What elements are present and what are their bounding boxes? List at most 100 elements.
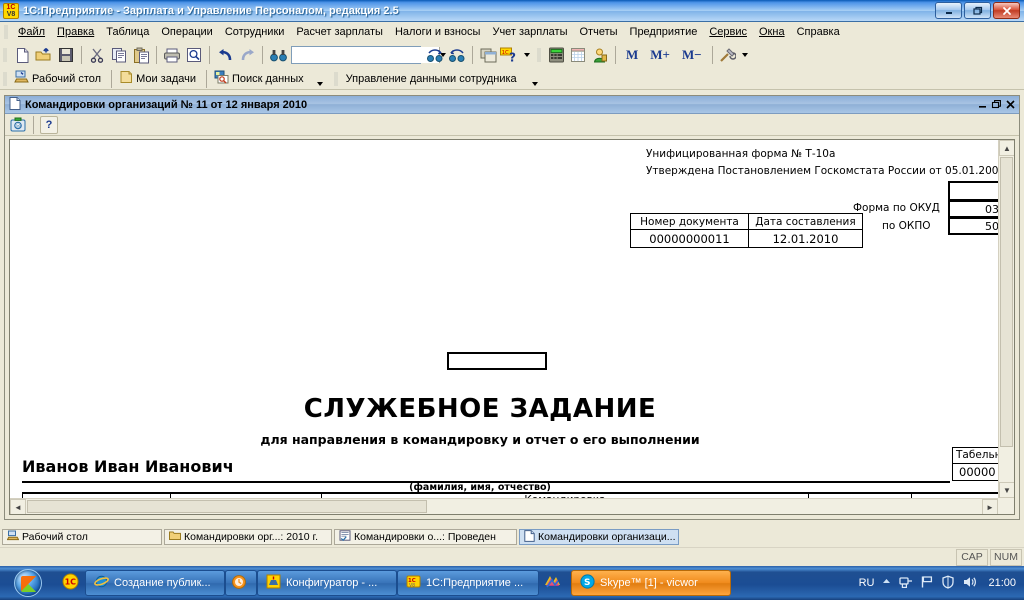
window-tab-trips-posted[interactable]: Командировки о...: Проведен	[334, 529, 517, 545]
network-icon[interactable]	[899, 575, 913, 592]
menu-grip-handle[interactable]	[4, 24, 8, 39]
data-search-dropdown-arrow[interactable]	[316, 82, 323, 86]
find-binoculars-icon[interactable]	[267, 44, 289, 66]
language-indicator[interactable]: RU	[859, 577, 875, 589]
menu-item-payroll[interactable]: Расчет зарплаты	[290, 24, 389, 40]
security-shield-icon[interactable]	[941, 575, 955, 592]
user-card-icon[interactable]	[589, 44, 611, 66]
new-document-icon[interactable]	[11, 44, 33, 66]
search-input-combo[interactable]	[291, 46, 446, 64]
menu-item-taxes[interactable]: Налоги и взносы	[389, 24, 487, 40]
mdi-close-button[interactable]	[1003, 98, 1017, 112]
restore-button[interactable]	[964, 2, 991, 19]
taskbar-item-colorful-app[interactable]	[539, 570, 571, 596]
1c-quick-icon[interactable]: 1C	[62, 573, 79, 593]
vertical-scroll-thumb[interactable]	[1000, 157, 1013, 447]
mdi-title-bar[interactable]: Командировки организаций № 11 от 12 янва…	[5, 96, 1019, 114]
posted-doc-icon	[339, 530, 351, 544]
scroll-right-arrow[interactable]: ►	[982, 499, 998, 514]
volume-icon[interactable]	[962, 575, 977, 592]
table-row: 00000000011 12.01.2010	[630, 229, 863, 248]
mdi-restore-button[interactable]	[989, 98, 1003, 112]
window-tab-desktop[interactable]: Рабочий стол	[2, 529, 162, 545]
taskbar-item-label: Создание публик...	[114, 577, 211, 589]
help-question-icon[interactable]: ?	[40, 115, 58, 134]
calendar-icon[interactable]	[567, 44, 589, 66]
window-tab-trips-document[interactable]: Командировки организаци...	[519, 529, 679, 545]
minimize-button[interactable]	[935, 2, 962, 19]
help-question-glyph: ?	[45, 118, 53, 131]
help-dropdown-arrow[interactable]	[521, 44, 533, 66]
taskbar-clock[interactable]: 21:00	[984, 577, 1016, 589]
employee-data-management-button[interactable]: Управление данными сотрудника	[343, 69, 544, 88]
toolbar-separator	[206, 69, 207, 88]
data-search-button[interactable]: Поиск данных	[211, 69, 329, 88]
memory-add-button[interactable]: M+	[644, 47, 676, 63]
horizontal-scrollbar[interactable]: ◄ ►	[10, 498, 998, 514]
toolbar-group-grip[interactable]	[333, 71, 338, 86]
menu-item-edit[interactable]: Правка	[51, 24, 100, 40]
calculator-icon[interactable]	[545, 44, 567, 66]
search-input[interactable]	[292, 47, 439, 63]
secondary-toolbar-grip[interactable]	[3, 71, 7, 86]
menu-item-file[interactable]: Файл	[12, 24, 51, 40]
memory-subtract-button[interactable]: M−	[676, 47, 708, 63]
paste-icon[interactable]	[130, 44, 152, 66]
cut-scissors-icon[interactable]	[86, 44, 108, 66]
toolbar-separator	[615, 46, 616, 64]
print-preview-icon[interactable]	[183, 44, 205, 66]
switch-window-icon[interactable]	[477, 44, 499, 66]
toolbar-separator	[111, 69, 113, 88]
memory-recall-button[interactable]: M	[620, 47, 644, 63]
find-next-icon[interactable]	[424, 44, 446, 66]
menu-item-operations[interactable]: Операции	[155, 24, 218, 40]
window-tab-label: Командировки о...: Проведен	[354, 531, 496, 543]
show-hidden-icons-arrow-icon[interactable]	[881, 576, 892, 590]
taskbar-item-label: 1С:Предприятие ...	[426, 577, 524, 589]
find-previous-icon[interactable]	[446, 44, 468, 66]
menu-item-employees[interactable]: Сотрудники	[219, 24, 291, 40]
approval-line-1: Унифицированная форма № Т-10а	[646, 148, 836, 160]
taskbar-item-browser[interactable]: Создание публик...	[85, 570, 225, 596]
my-tasks-button[interactable]: Мои задачи	[116, 69, 202, 88]
menu-item-enterprise[interactable]: Предприятие	[624, 24, 704, 40]
help-1c-icon[interactable]: 1C ?	[499, 44, 521, 66]
data-search-icon	[214, 70, 229, 87]
menu-item-help[interactable]: Справка	[791, 24, 846, 40]
open-folder-icon[interactable]	[33, 44, 55, 66]
undo-icon[interactable]	[214, 44, 236, 66]
mdi-minimize-button[interactable]	[975, 98, 989, 112]
scroll-left-arrow[interactable]: ◄	[10, 499, 26, 514]
print-icon[interactable]	[161, 44, 183, 66]
flag-icon[interactable]	[920, 575, 934, 592]
tools-dropdown-arrow[interactable]	[739, 44, 751, 66]
save-icon[interactable]	[55, 44, 77, 66]
vertical-scrollbar[interactable]: ▲ ▼	[998, 140, 1014, 498]
close-button[interactable]	[993, 2, 1020, 19]
taskbar-item-app-orange[interactable]	[225, 570, 257, 596]
menu-item-salary-accounting[interactable]: Учет зарплаты	[486, 24, 573, 40]
printable-form[interactable]: Унифицированная форма № Т-10а Утверждена…	[10, 140, 998, 498]
taskbar-item-skype[interactable]: S Skype™ [1] - vicwor	[571, 570, 731, 596]
menu-item-service[interactable]: Сервис	[703, 24, 753, 40]
horizontal-scroll-thumb[interactable]	[27, 500, 427, 513]
toolbar-group-grip[interactable]	[537, 48, 541, 62]
tools-hammer-icon[interactable]	[717, 44, 739, 66]
scroll-down-arrow[interactable]: ▼	[999, 482, 1014, 498]
redo-icon[interactable]	[236, 44, 258, 66]
menu-item-windows[interactable]: Окна	[753, 24, 791, 40]
desktop-button[interactable]: Рабочий стол	[11, 69, 107, 88]
menu-item-table[interactable]: Таблица	[100, 24, 155, 40]
toolbar-grip-handle[interactable]	[3, 48, 7, 62]
print-form-icon[interactable]: @	[9, 116, 27, 134]
copy-icon[interactable]	[108, 44, 130, 66]
employee-data-dropdown-arrow[interactable]	[531, 82, 538, 86]
code-column-box: Ко	[948, 181, 998, 201]
taskbar-item-1c-enterprise[interactable]: 1C V8 1С:Предприятие ...	[397, 570, 539, 596]
window-tab-trips-journal[interactable]: Командировки орг...: 2010 г.	[164, 529, 332, 545]
scroll-up-arrow[interactable]: ▲	[999, 140, 1014, 156]
doc-date-value: 12.01.2010	[748, 229, 863, 248]
start-button[interactable]	[0, 567, 56, 599]
menu-item-reports[interactable]: Отчеты	[574, 24, 624, 40]
taskbar-item-configurator[interactable]: Конфигуратор - ...	[257, 570, 397, 596]
